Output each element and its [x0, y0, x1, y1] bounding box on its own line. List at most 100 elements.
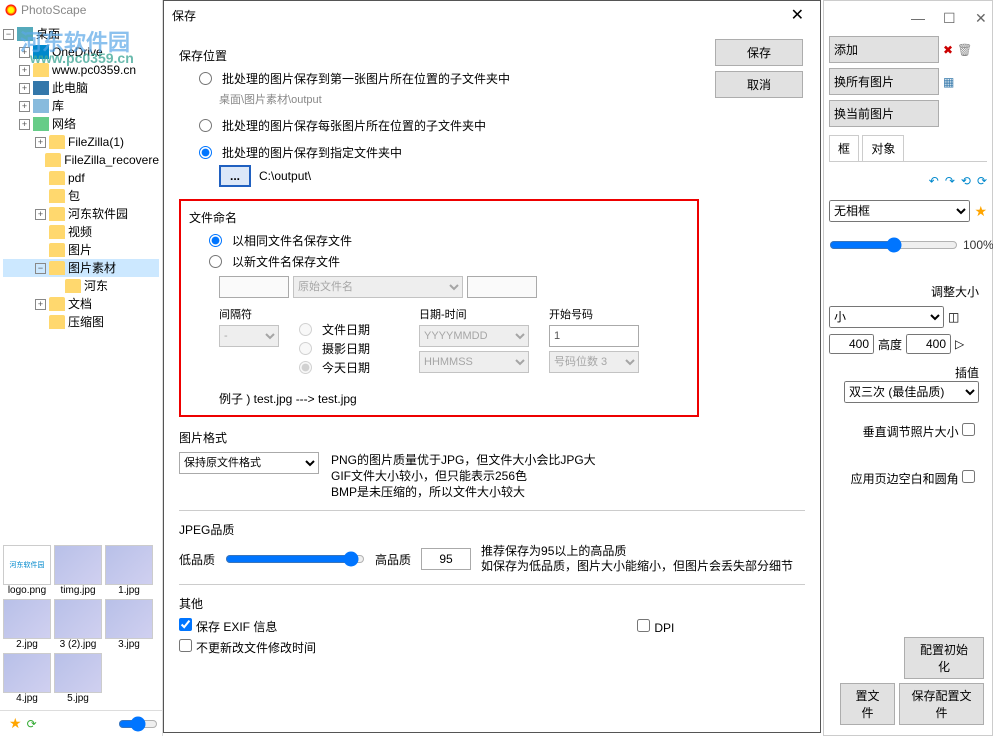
- star-icon[interactable]: ★: [9, 715, 22, 732]
- save-exif-checkbox[interactable]: 保存 EXIF 信息: [179, 618, 277, 635]
- tree-item[interactable]: +此电脑: [3, 79, 159, 97]
- close-icon[interactable]: ✕: [783, 5, 812, 25]
- thumbnail[interactable]: 4.jpg: [3, 653, 51, 704]
- tree-item[interactable]: 图片: [3, 241, 159, 259]
- namepart-select[interactable]: 原始文件名: [293, 276, 463, 298]
- tab-frame[interactable]: 框: [829, 135, 859, 161]
- tree-item[interactable]: 包: [3, 187, 159, 205]
- thumbnail[interactable]: 5.jpg: [54, 653, 102, 704]
- maximize-icon[interactable]: ☐: [943, 10, 955, 22]
- prefix-input[interactable]: [219, 276, 289, 298]
- zoom-percent: 100%: [963, 238, 993, 252]
- no-update-time-checkbox[interactable]: 不更新改文件修改时间: [179, 639, 316, 656]
- save-config-button[interactable]: 保存配置文件: [899, 683, 984, 725]
- tree-item[interactable]: +河东软件园: [3, 205, 159, 223]
- filename-example: 例子 ) test.jpg ---> test.jpg: [219, 390, 689, 407]
- folder-icon: [49, 207, 65, 221]
- aspect-checkbox[interactable]: 垂直调节照片大小: [863, 425, 979, 439]
- folder-tree[interactable]: − 桌面 +OneDrive +www.pc0359.cn +此电脑 +库 +网…: [0, 20, 162, 336]
- save-button[interactable]: 保存: [715, 39, 803, 66]
- replace-current-button[interactable]: 换当前图片: [829, 100, 939, 127]
- tree-item[interactable]: +网络: [3, 115, 159, 133]
- tree-item-selected[interactable]: −图片素材: [3, 259, 159, 277]
- star-icon[interactable]: ★: [974, 203, 987, 220]
- tree-item[interactable]: FileZilla_recovere: [3, 151, 159, 169]
- zoom-slider[interactable]: [118, 716, 158, 732]
- jpeg-quality-slider[interactable]: [225, 551, 365, 567]
- thumbnail[interactable]: timg.jpg: [54, 545, 102, 596]
- format-select[interactable]: 保持原文件格式: [179, 452, 319, 474]
- frame-select[interactable]: 无相框: [829, 200, 970, 222]
- jpeg-quality-value[interactable]: 95: [421, 548, 471, 570]
- crop-icon[interactable]: ◫: [948, 310, 959, 324]
- size-preset-select[interactable]: 小: [829, 306, 944, 328]
- separator-select[interactable]: -: [219, 325, 279, 347]
- redo-icon[interactable]: ↷: [945, 174, 955, 188]
- thumbnail[interactable]: 3.jpg: [105, 599, 153, 650]
- expand-icon[interactable]: +: [19, 101, 30, 112]
- height-input[interactable]: [906, 334, 951, 354]
- tree-item[interactable]: 河东: [3, 277, 159, 295]
- digits-select[interactable]: 号码位数 3: [549, 351, 639, 373]
- tree-item[interactable]: +FileZilla(1): [3, 133, 159, 151]
- tree-item[interactable]: +文档: [3, 295, 159, 313]
- config-init-button[interactable]: 配置初始化: [904, 637, 984, 679]
- filename-option-same[interactable]: 以相同文件名保存文件: [209, 232, 689, 249]
- delete-icon[interactable]: ✖: [943, 43, 953, 57]
- browse-button[interactable]: ...: [219, 165, 251, 187]
- thumbnail[interactable]: 2.jpg: [3, 599, 51, 650]
- expand-icon[interactable]: +: [19, 65, 30, 76]
- thumbnail[interactable]: 河东软件园logo.png: [3, 545, 51, 596]
- expand-icon[interactable]: +: [35, 137, 46, 148]
- rotate-left-icon[interactable]: ⟲: [961, 174, 971, 188]
- thumbnail[interactable]: 3 (2).jpg: [54, 599, 102, 650]
- close-icon[interactable]: ✕: [975, 10, 987, 22]
- replace-all-button[interactable]: 换所有图片: [829, 68, 939, 95]
- width-input[interactable]: [829, 334, 874, 354]
- filename-option-new[interactable]: 以新文件名保存文件: [209, 253, 689, 270]
- add-button[interactable]: 添加: [829, 36, 939, 63]
- trash-icon[interactable]: 🗑: [957, 43, 972, 57]
- dpi-checkbox[interactable]: DPI: [637, 619, 674, 635]
- expand-icon[interactable]: +: [19, 119, 30, 130]
- date-opt-file[interactable]: 文件日期: [299, 321, 409, 338]
- format-label: 图片格式: [179, 429, 805, 446]
- rotate-right-icon[interactable]: ⟳: [977, 174, 987, 188]
- minimize-icon[interactable]: —: [911, 10, 923, 22]
- date-format-select[interactable]: YYYYMMDD: [419, 325, 529, 347]
- tree-item[interactable]: pdf: [3, 169, 159, 187]
- interp-select[interactable]: 双三次 (最佳品质): [844, 381, 979, 403]
- tree-item[interactable]: 视频: [3, 223, 159, 241]
- left-sidebar: PhotoScape 河东软件园 www.pc0359.cn − 桌面 +One…: [0, 0, 163, 736]
- folder-icon: [49, 243, 65, 257]
- undo-icon[interactable]: ↶: [929, 174, 939, 188]
- zoom-slider[interactable]: [829, 237, 958, 253]
- expand-icon[interactable]: −: [3, 29, 14, 40]
- tree-item[interactable]: 压缩图: [3, 313, 159, 331]
- thumbnail[interactable]: 1.jpg: [105, 545, 153, 596]
- separator-label: 间隔符: [219, 306, 289, 322]
- cancel-button[interactable]: 取消: [715, 71, 803, 98]
- tab-object[interactable]: 对象: [862, 135, 904, 161]
- dialog-titlebar: 保存 ✕: [164, 1, 820, 29]
- time-format-select[interactable]: HHMMSS: [419, 351, 529, 373]
- expand-icon[interactable]: +: [35, 299, 46, 310]
- suffix-input[interactable]: [467, 276, 537, 298]
- expand-icon[interactable]: +: [35, 209, 46, 220]
- expand-icon[interactable]: +: [19, 83, 30, 94]
- date-opt-shot[interactable]: 摄影日期: [299, 340, 409, 357]
- play-icon[interactable]: ▷: [955, 337, 964, 351]
- tree-item[interactable]: +库: [3, 97, 159, 115]
- start-number-input[interactable]: [549, 325, 639, 347]
- config-file-button[interactable]: 置文件: [840, 683, 895, 725]
- collapse-icon[interactable]: −: [35, 263, 46, 274]
- height-label: 高度: [878, 336, 902, 353]
- date-opt-today[interactable]: 今天日期: [299, 359, 409, 376]
- location-option-3[interactable]: 批处理的图片保存到指定文件夹中: [199, 144, 805, 161]
- margin-checkbox[interactable]: 应用页边空白和圆角: [851, 472, 979, 486]
- image-icon[interactable]: ▦: [943, 75, 954, 89]
- jpeg-quality-label: JPEG品质: [179, 521, 805, 538]
- tab-bar: 框 对象: [829, 135, 987, 162]
- location-option-2[interactable]: 批处理的图片保存每张图片所在位置的子文件夹中: [199, 117, 805, 134]
- refresh-icon[interactable]: ⟳: [27, 717, 37, 731]
